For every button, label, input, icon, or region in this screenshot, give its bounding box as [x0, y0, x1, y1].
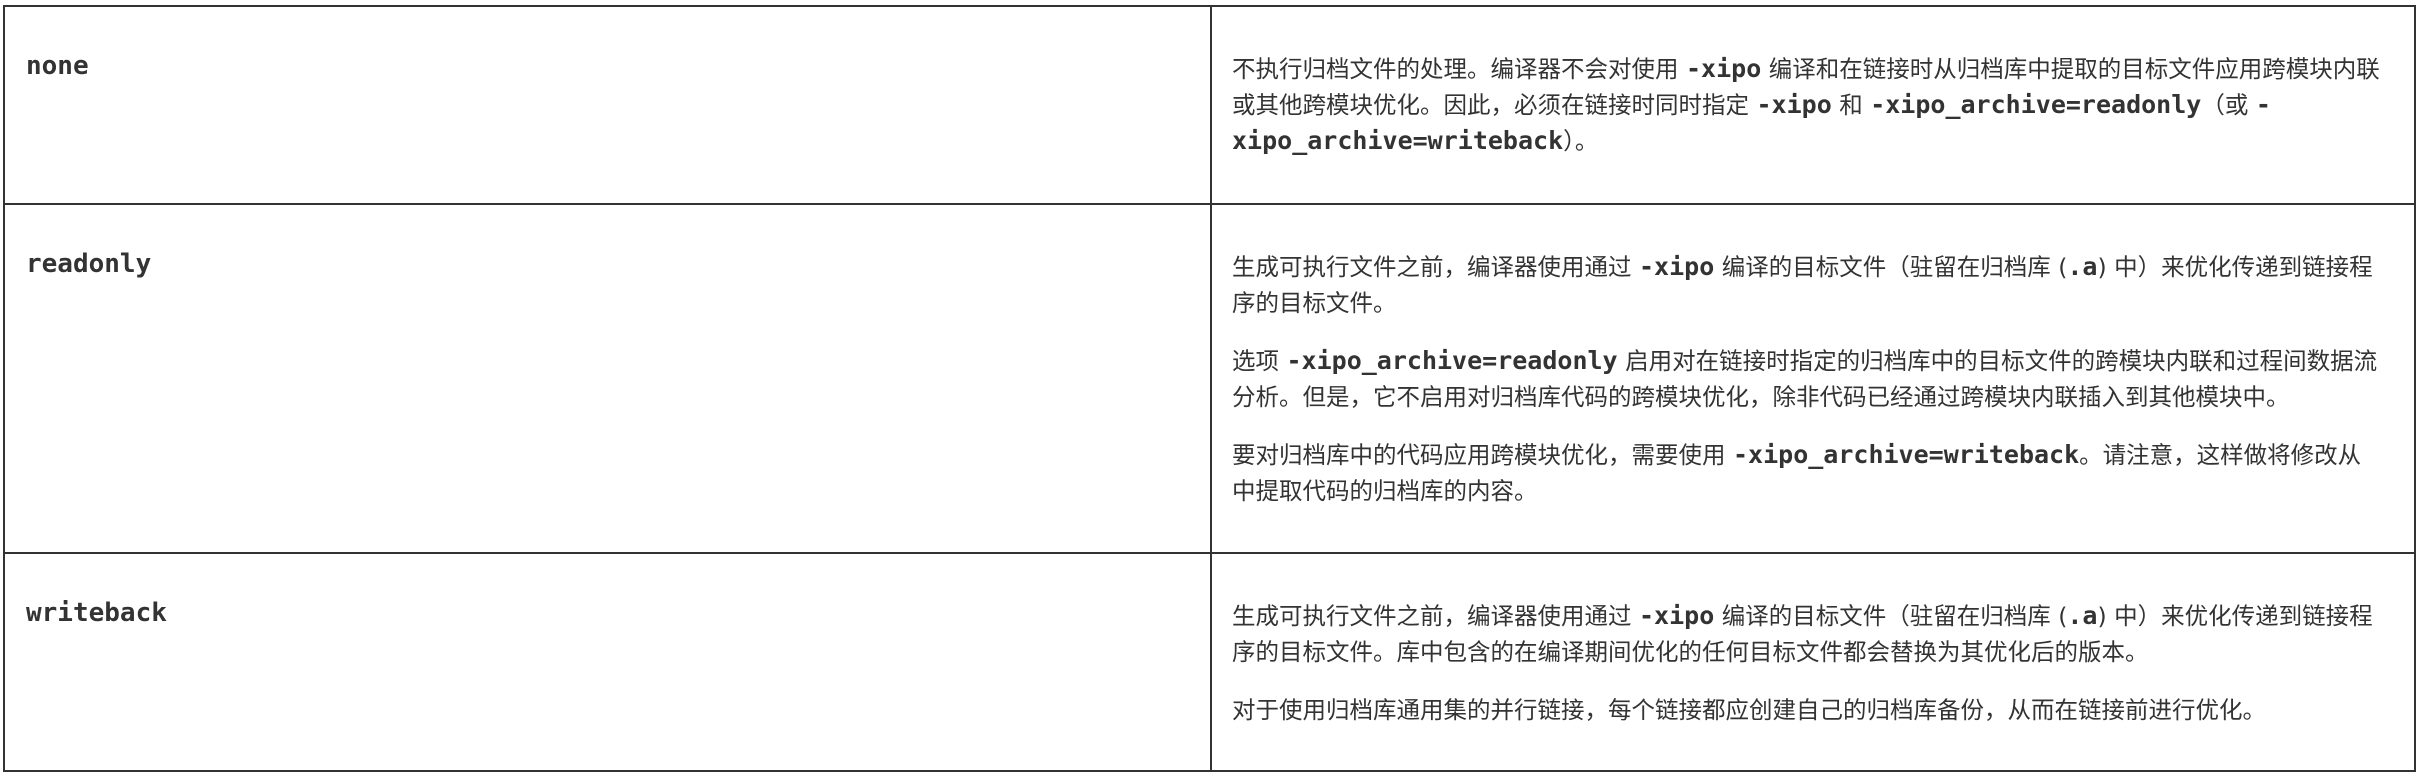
option-description-cell: 生成可执行文件之前，编译器使用通过 -xipo 编译的目标文件（驻留在归档库 (…	[1210, 552, 2416, 772]
option-row-readonly: readonly 生成可执行文件之前，编译器使用通过 -xipo 编译的目标文件…	[3, 203, 2416, 554]
option-description-paragraph: 对于使用归档库通用集的并行链接，每个链接都应创建自己的归档库备份，从而在链接前进…	[1232, 692, 2384, 728]
option-key-writeback: writeback	[26, 598, 167, 628]
option-row-writeback: writeback 生成可执行文件之前，编译器使用通过 -xipo 编译的目标文…	[3, 552, 2416, 772]
option-key-cell: writeback	[3, 552, 1212, 772]
description-text: 编译的目标文件（驻留在归档库 (	[1714, 253, 2068, 281]
description-text: 和	[1831, 91, 1871, 119]
description-text: 选项	[1232, 347, 1287, 375]
option-code: .a	[2067, 601, 2098, 630]
option-description-paragraph: 选项 -xipo_archive=readonly 启用对在链接时指定的归档库中…	[1232, 343, 2384, 415]
option-key-readonly: readonly	[26, 249, 152, 279]
option-row-none: none 不执行归档文件的处理。编译器不会对使用 -xipo 编译和在链接时从归…	[3, 5, 2416, 205]
option-description-paragraph: 生成可执行文件之前，编译器使用通过 -xipo 编译的目标文件（驻留在归档库 (…	[1232, 249, 2384, 321]
option-code: -xipo_archive=readonly	[1286, 346, 1618, 375]
description-text: 对于使用归档库通用集的并行链接，每个链接都应创建自己的归档库备份，从而在链接前进…	[1232, 696, 2266, 724]
option-description-paragraph: 生成可执行文件之前，编译器使用通过 -xipo 编译的目标文件（驻留在归档库 (…	[1232, 598, 2384, 670]
description-text: （或	[2201, 91, 2256, 119]
options-table: none 不执行归档文件的处理。编译器不会对使用 -xipo 编译和在链接时从归…	[3, 5, 2416, 772]
description-text: 生成可执行文件之前，编译器使用通过	[1232, 602, 1639, 630]
option-description-paragraph: 要对归档库中的代码应用跨模块优化，需要使用 -xipo_archive=writ…	[1232, 437, 2384, 509]
option-code: -xipo	[1756, 90, 1832, 119]
option-key-cell: none	[3, 5, 1212, 205]
option-key-none: none	[26, 51, 89, 81]
option-code: .a	[2067, 252, 2098, 281]
option-code: -xipo_archive=readonly	[1870, 90, 2202, 119]
option-description-cell: 不执行归档文件的处理。编译器不会对使用 -xipo 编译和在链接时从归档库中提取…	[1210, 5, 2416, 205]
description-text: 编译的目标文件（驻留在归档库 (	[1714, 602, 2068, 630]
option-code: -xipo	[1685, 54, 1762, 83]
option-key-cell: readonly	[3, 203, 1212, 554]
description-text: ）。	[1563, 127, 1599, 155]
description-text: 生成可执行文件之前，编译器使用通过	[1232, 253, 1639, 281]
description-text: 要对归档库中的代码应用跨模块优化，需要使用	[1232, 441, 1733, 469]
option-description-paragraph: 不执行归档文件的处理。编译器不会对使用 -xipo 编译和在链接时从归档库中提取…	[1232, 51, 2384, 159]
option-code: -xipo	[1638, 601, 1715, 630]
option-code: -xipo	[1638, 252, 1715, 281]
option-description-cell: 生成可执行文件之前，编译器使用通过 -xipo 编译的目标文件（驻留在归档库 (…	[1210, 203, 2416, 554]
description-text: 不执行归档文件的处理。编译器不会对使用	[1232, 55, 1686, 83]
option-code: -xipo_archive=writeback	[1732, 440, 2080, 469]
